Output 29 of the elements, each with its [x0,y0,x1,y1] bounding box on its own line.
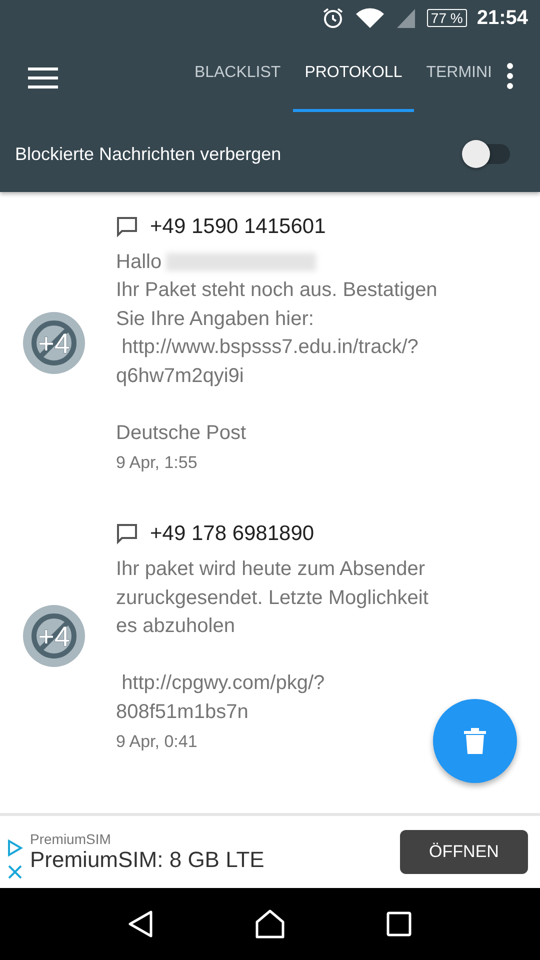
wifi-icon [354,6,385,30]
message-text: Ihr Paket steht noch aus. Bestatigen Sie Ihre Angaben hier: http://www.bspsss7.edu.in/track/? q6hw7m2qyi9i Deutsche Post [116,278,438,446]
ad-info-icon[interactable] [7,839,23,857]
tab[interactable]: BLACKLIST [182,36,293,112]
recents-icon[interactable] [386,911,412,937]
home-icon[interactable] [254,909,285,939]
phone-number: +49 178 6981890 [150,522,314,546]
alarm-icon [320,6,345,30]
open-button[interactable]: ÖFFNEN [400,830,528,874]
message-icon [116,523,138,545]
message-icon [116,216,138,238]
tab[interactable]: PROTOKOLL [292,36,414,112]
ad-advertiser: PremiumSIM [30,831,112,847]
close-icon[interactable] [8,865,22,879]
ad-headline: PremiumSIM: 8 GB LTE [30,847,266,873]
message-date: 9 Apr, 0:41 [116,732,198,752]
delete-button[interactable] [433,699,517,783]
battery-indicator: 77 % [426,9,467,27]
back-icon[interactable] [128,910,154,938]
tab[interactable]: TERMINI [414,36,496,112]
phone-number: +49 1590 1415601 [150,215,326,239]
message-text: Ihr paket wird heute zum Absender zuruckgesendet. Letzte Moglichkeit es abzuholen http://cpgwy.com/pkg/? 808f51m1bs7n [116,557,430,724]
more-options-icon[interactable] [506,63,514,89]
toggle-label: Blockierte Nachrichten verbergen [15,144,282,164]
message-date: 9 Apr, 1:55 [116,453,198,473]
trash-icon [463,727,487,755]
menu-icon[interactable] [28,67,58,89]
status-time: 21:54 [476,6,528,30]
greeting-text: Hallo [116,250,162,275]
